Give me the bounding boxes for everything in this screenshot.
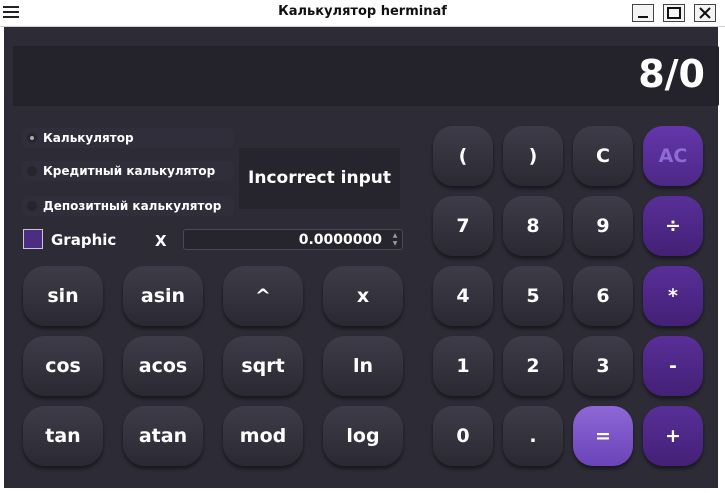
maximize-icon [667, 7, 681, 19]
x-label: X [155, 232, 167, 250]
equals-button[interactable]: = [573, 406, 633, 466]
digit-4-button[interactable]: 4 [433, 266, 493, 326]
power-button[interactable]: ^ [223, 266, 303, 326]
tan-button[interactable]: tan [23, 406, 103, 466]
mode-calculator-radio[interactable]: Калькулятор [22, 128, 234, 148]
digit-3-button[interactable]: 3 [573, 336, 633, 396]
mod-button[interactable]: mod [223, 406, 303, 466]
mode-deposit-radio[interactable]: Депозитный калькулятор [22, 196, 234, 216]
close-button[interactable] [694, 4, 716, 22]
calculator-window: 8/0 Калькулятор Кредитный калькулятор Де… [4, 27, 719, 488]
minimize-icon [638, 16, 648, 18]
mode-deposit-label: Депозитный калькулятор [43, 199, 222, 213]
error-message-box: Incorrect input [239, 148, 400, 209]
atan-button[interactable]: atan [123, 406, 203, 466]
x-value-spinbox[interactable]: 0.0000000 ▲ ▼ [183, 229, 403, 250]
plus-button[interactable]: + [643, 406, 703, 466]
display-panel: 8/0 [13, 46, 719, 106]
graphic-label: Graphic [51, 231, 117, 249]
title-bar: Калькулятор herminaf [0, 0, 725, 27]
open-paren-button[interactable]: ( [433, 126, 493, 186]
error-message: Incorrect input [248, 168, 391, 188]
digit-1-button[interactable]: 1 [433, 336, 493, 396]
window-title: Калькулятор herminaf [278, 4, 447, 19]
spin-down-icon[interactable]: ▼ [390, 240, 400, 247]
mode-calculator-label: Калькулятор [43, 131, 134, 145]
graphic-checkbox[interactable] [23, 229, 43, 249]
digit-0-button[interactable]: 0 [433, 406, 493, 466]
close-icon [699, 7, 711, 19]
minus-button[interactable]: - [643, 336, 703, 396]
maximize-button[interactable] [663, 4, 685, 22]
sqrt-button[interactable]: sqrt [223, 336, 303, 396]
digit-8-button[interactable]: 8 [503, 196, 563, 256]
digit-9-button[interactable]: 9 [573, 196, 633, 256]
acos-button[interactable]: acos [123, 336, 203, 396]
spin-up-icon[interactable]: ▲ [390, 232, 400, 239]
digit-2-button[interactable]: 2 [503, 336, 563, 396]
log-button[interactable]: log [323, 406, 403, 466]
x-variable-button[interactable]: x [323, 266, 403, 326]
clear-button[interactable]: C [573, 126, 633, 186]
display-expression: 8/0 [638, 52, 705, 96]
divide-button[interactable]: ÷ [643, 196, 703, 256]
ln-button[interactable]: ln [323, 336, 403, 396]
x-value: 0.0000000 [298, 232, 382, 248]
radio-unselected-icon [27, 201, 37, 211]
multiply-button[interactable]: * [643, 266, 703, 326]
all-clear-button[interactable]: AC [643, 126, 703, 186]
radio-unselected-icon [27, 166, 37, 176]
spin-buttons: ▲ ▼ [390, 232, 400, 247]
decimal-point-button[interactable]: . [503, 406, 563, 466]
cos-button[interactable]: cos [23, 336, 103, 396]
close-paren-button[interactable]: ) [503, 126, 563, 186]
mode-credit-radio[interactable]: Кредитный калькулятор [22, 161, 234, 181]
digit-5-button[interactable]: 5 [503, 266, 563, 326]
asin-button[interactable]: asin [123, 266, 203, 326]
minimize-button[interactable] [632, 4, 654, 22]
sin-button[interactable]: sin [23, 266, 103, 326]
mode-credit-label: Кредитный калькулятор [43, 164, 216, 178]
digit-7-button[interactable]: 7 [433, 196, 493, 256]
digit-6-button[interactable]: 6 [573, 266, 633, 326]
radio-selected-icon [27, 133, 37, 143]
